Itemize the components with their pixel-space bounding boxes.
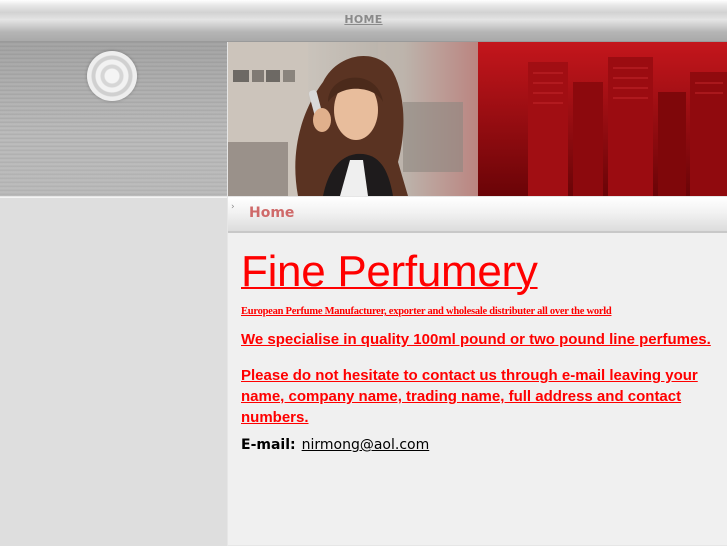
chevron-right-icon: › xyxy=(231,202,235,212)
concentric-circles-logo-icon xyxy=(87,51,137,101)
hero-illustration xyxy=(228,42,727,196)
hero-banner-image xyxy=(228,42,727,196)
nav-home-link[interactable]: HOME xyxy=(0,13,727,26)
email-label: E-mail: xyxy=(241,437,296,453)
top-navigation-bar: HOME xyxy=(0,0,727,42)
left-header-panel xyxy=(0,42,227,196)
contact-paragraph[interactable]: Please do not hesitate to contact us thr… xyxy=(241,365,711,428)
left-sidebar xyxy=(0,197,227,546)
page-title[interactable]: Fine Perfumery xyxy=(241,247,538,297)
breadcrumb-home[interactable]: Home xyxy=(249,205,294,221)
page-subtitle[interactable]: European Perfume Manufacturer, exporter … xyxy=(241,306,612,317)
main-content: Fine Perfumery European Perfume Manufact… xyxy=(228,233,727,545)
intro-paragraph[interactable]: We specialise in quality 100ml pound or … xyxy=(241,331,721,348)
breadcrumb: › Home xyxy=(228,197,727,233)
email-link[interactable]: nirmong@aol.com xyxy=(302,437,430,453)
email-row: E-mail: nirmong@aol.com xyxy=(241,437,429,453)
